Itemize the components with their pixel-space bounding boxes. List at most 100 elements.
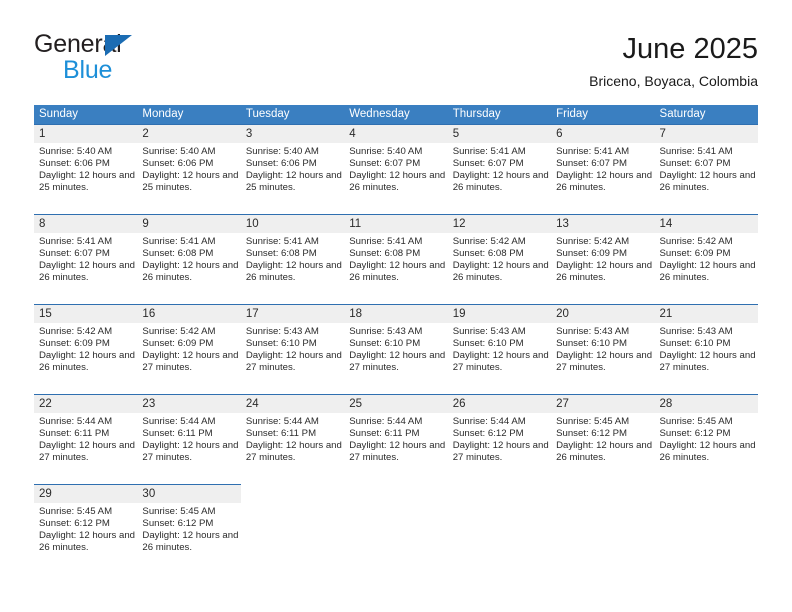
day-cell-empty (448, 503, 551, 574)
day-cell[interactable]: Sunrise: 5:45 AM Sunset: 6:12 PM Daylight:… (137, 503, 240, 574)
weekday-header-friday: Friday (556, 108, 589, 120)
day-cell[interactable]: Sunrise: 5:45 AM Sunset: 6:12 PM Daylight:… (34, 503, 137, 574)
day-cell-empty (655, 503, 758, 574)
day-cell-empty (551, 503, 654, 574)
daylight-text: Daylight: 12 hours and 26 minutes. (659, 170, 756, 194)
brand-logo[interactable]: General Blue (34, 30, 234, 90)
day-number: 18 (349, 308, 363, 320)
sunset-text: Sunset: 6:08 PM (142, 248, 214, 260)
day-cell[interactable]: Sunrise: 5:43 AM Sunset: 6:10 PM Daylight:… (448, 323, 551, 394)
daylight-text: Daylight: 12 hours and 27 minutes. (349, 440, 446, 464)
daylight-text: Daylight: 12 hours and 26 minutes. (142, 530, 239, 554)
sunrise-text: Sunrise: 5:41 AM (349, 236, 423, 247)
day-cell[interactable]: Sunrise: 5:43 AM Sunset: 6:10 PM Daylight:… (344, 323, 447, 394)
daylight-text: Daylight: 12 hours and 25 minutes. (245, 170, 342, 194)
daylight-text: Daylight: 12 hours and 27 minutes. (659, 350, 756, 374)
sunrise-text: Sunrise: 5:40 AM (142, 146, 216, 157)
day-cell[interactable]: Sunrise: 5:42 AM Sunset: 6:09 PM Daylight:… (137, 323, 240, 394)
weekday-header-tuesday: Tuesday (245, 108, 290, 120)
day-cell[interactable]: Sunrise: 5:40 AM Sunset: 6:06 PM Daylight:… (34, 143, 137, 214)
day-number: 22 (39, 398, 52, 410)
day-cell[interactable]: Sunrise: 5:41 AM Sunset: 6:07 PM Daylight:… (448, 143, 551, 214)
day-number: 9 (142, 218, 149, 230)
day-number-row: 8 9 10 11 12 13 14 (34, 215, 758, 233)
sunset-text: Sunset: 6:10 PM (452, 338, 524, 350)
sunset-text: Sunset: 6:11 PM (349, 428, 420, 440)
daylight-text: Daylight: 12 hours and 27 minutes. (245, 350, 342, 374)
day-cell[interactable]: Sunrise: 5:42 AM Sunset: 6:09 PM Daylight:… (551, 233, 654, 304)
calendar-weeks: 1 2 3 4 5 6 7 Sunrise: 5:40 AM Sunset: 6:06 PM Da… (34, 124, 758, 574)
day-cell[interactable]: Sunrise: 5:43 AM Sunset: 6:10 PM Daylight:… (551, 323, 654, 394)
day-cell[interactable]: Sunrise: 5:44 AM Sunset: 6:11 PM Daylight:… (344, 413, 447, 484)
day-number: 27 (556, 398, 569, 410)
daylight-text: Daylight: 12 hours and 26 minutes. (39, 530, 135, 554)
day-cell[interactable]: Sunrise: 5:45 AM Sunset: 6:12 PM Daylight:… (655, 413, 758, 484)
day-cell[interactable]: Sunrise: 5:41 AM Sunset: 6:07 PM Daylight:… (34, 233, 137, 304)
day-number: 29 (39, 488, 52, 500)
sunset-text: Sunset: 6:12 PM (39, 518, 110, 530)
day-cell[interactable]: Sunrise: 5:45 AM Sunset: 6:12 PM Daylight:… (551, 413, 654, 484)
sunrise-text: Sunrise: 5:41 AM (556, 146, 630, 157)
day-cell[interactable]: Sunrise: 5:41 AM Sunset: 6:08 PM Daylight:… (137, 233, 240, 304)
daylight-text: Daylight: 12 hours and 26 minutes. (349, 260, 446, 284)
day-detail-row: Sunrise: 5:42 AM Sunset: 6:09 PM Daylight:… (34, 323, 758, 394)
day-cell[interactable]: Sunrise: 5:42 AM Sunset: 6:09 PM Daylight:… (34, 323, 137, 394)
day-number: 24 (245, 398, 259, 410)
day-number: 28 (659, 398, 673, 410)
weekday-header-wednesday: Wednesday (349, 108, 410, 120)
sunset-text: Sunset: 6:12 PM (142, 518, 214, 530)
day-cell[interactable]: Sunrise: 5:44 AM Sunset: 6:11 PM Daylight:… (34, 413, 137, 484)
day-number-row: 22 23 24 25 26 27 28 (34, 395, 758, 413)
day-number-row: 29 30 (34, 485, 241, 503)
day-detail-row: Sunrise: 5:40 AM Sunset: 6:06 PM Daylight:… (34, 143, 758, 214)
day-cell[interactable]: Sunrise: 5:43 AM Sunset: 6:10 PM Daylight:… (655, 323, 758, 394)
day-number: 10 (245, 218, 259, 230)
day-number: 25 (349, 398, 363, 410)
sunset-text: Sunset: 6:11 PM (142, 428, 213, 440)
daylight-text: Daylight: 12 hours and 26 minutes. (39, 260, 135, 284)
daylight-text: Daylight: 12 hours and 26 minutes. (142, 260, 239, 284)
sunset-text: Sunset: 6:07 PM (452, 158, 524, 170)
sunrise-text: Sunrise: 5:45 AM (39, 506, 113, 517)
triangle-icon (105, 35, 132, 56)
day-number: 17 (245, 308, 259, 320)
sunrise-text: Sunrise: 5:45 AM (659, 416, 733, 427)
sunset-text: Sunset: 6:07 PM (39, 248, 110, 260)
day-cell[interactable]: Sunrise: 5:42 AM Sunset: 6:08 PM Daylight:… (448, 233, 551, 304)
sunrise-text: Sunrise: 5:45 AM (556, 416, 630, 427)
day-cell[interactable]: Sunrise: 5:41 AM Sunset: 6:08 PM Daylight:… (241, 233, 344, 304)
day-cell[interactable]: Sunrise: 5:41 AM Sunset: 6:07 PM Daylight:… (551, 143, 654, 214)
sunrise-text: Sunrise: 5:41 AM (452, 146, 526, 157)
sunset-text: Sunset: 6:09 PM (39, 338, 110, 350)
day-cell[interactable]: Sunrise: 5:40 AM Sunset: 6:06 PM Daylight:… (137, 143, 240, 214)
day-cell[interactable]: Sunrise: 5:43 AM Sunset: 6:10 PM Daylight:… (241, 323, 344, 394)
day-cell[interactable]: Sunrise: 5:41 AM Sunset: 6:08 PM Daylight:… (344, 233, 447, 304)
sunrise-text: Sunrise: 5:43 AM (556, 326, 630, 337)
day-number: 11 (349, 218, 362, 230)
daylight-text: Daylight: 12 hours and 26 minutes. (39, 350, 135, 374)
day-number: 14 (659, 218, 673, 230)
calendar-week-row: 29 30 Sunrise: 5:45 AM Sunset: 6:12 PM Dayli… (34, 484, 758, 574)
sunrise-text: Sunrise: 5:41 AM (245, 236, 319, 247)
day-cell[interactable]: Sunrise: 5:44 AM Sunset: 6:11 PM Daylight:… (241, 413, 344, 484)
calendar-week-row: 15 16 17 18 19 20 21 Sunrise: 5:42 AM Sunset: 6:… (34, 304, 758, 394)
day-cell[interactable]: Sunrise: 5:40 AM Sunset: 6:06 PM Daylight:… (241, 143, 344, 214)
sunrise-text: Sunrise: 5:43 AM (452, 326, 526, 337)
day-cell[interactable]: Sunrise: 5:44 AM Sunset: 6:11 PM Daylight:… (137, 413, 240, 484)
brand-name-blue: Blue (63, 56, 113, 84)
day-cell[interactable]: Sunrise: 5:41 AM Sunset: 6:07 PM Daylight:… (655, 143, 758, 214)
sunset-text: Sunset: 6:06 PM (142, 158, 214, 170)
sunset-text: Sunset: 6:12 PM (556, 428, 628, 440)
day-number: 6 (556, 128, 563, 140)
day-cell-empty (241, 503, 344, 574)
sunrise-text: Sunrise: 5:44 AM (349, 416, 423, 427)
day-number: 1 (39, 128, 46, 140)
sunset-text: Sunset: 6:06 PM (39, 158, 110, 170)
day-cell[interactable]: Sunrise: 5:42 AM Sunset: 6:09 PM Daylight:… (655, 233, 758, 304)
day-cell[interactable]: Sunrise: 5:40 AM Sunset: 6:07 PM Daylight:… (344, 143, 447, 214)
sunset-text: Sunset: 6:09 PM (142, 338, 214, 350)
daylight-text: Daylight: 12 hours and 27 minutes. (245, 440, 342, 464)
day-cell[interactable]: Sunrise: 5:44 AM Sunset: 6:12 PM Daylight:… (448, 413, 551, 484)
calendar-week-row: 1 2 3 4 5 6 7 Sunrise: 5:40 AM Sunset: 6:06 PM Da… (34, 124, 758, 214)
daylight-text: Daylight: 12 hours and 26 minutes. (452, 170, 549, 194)
